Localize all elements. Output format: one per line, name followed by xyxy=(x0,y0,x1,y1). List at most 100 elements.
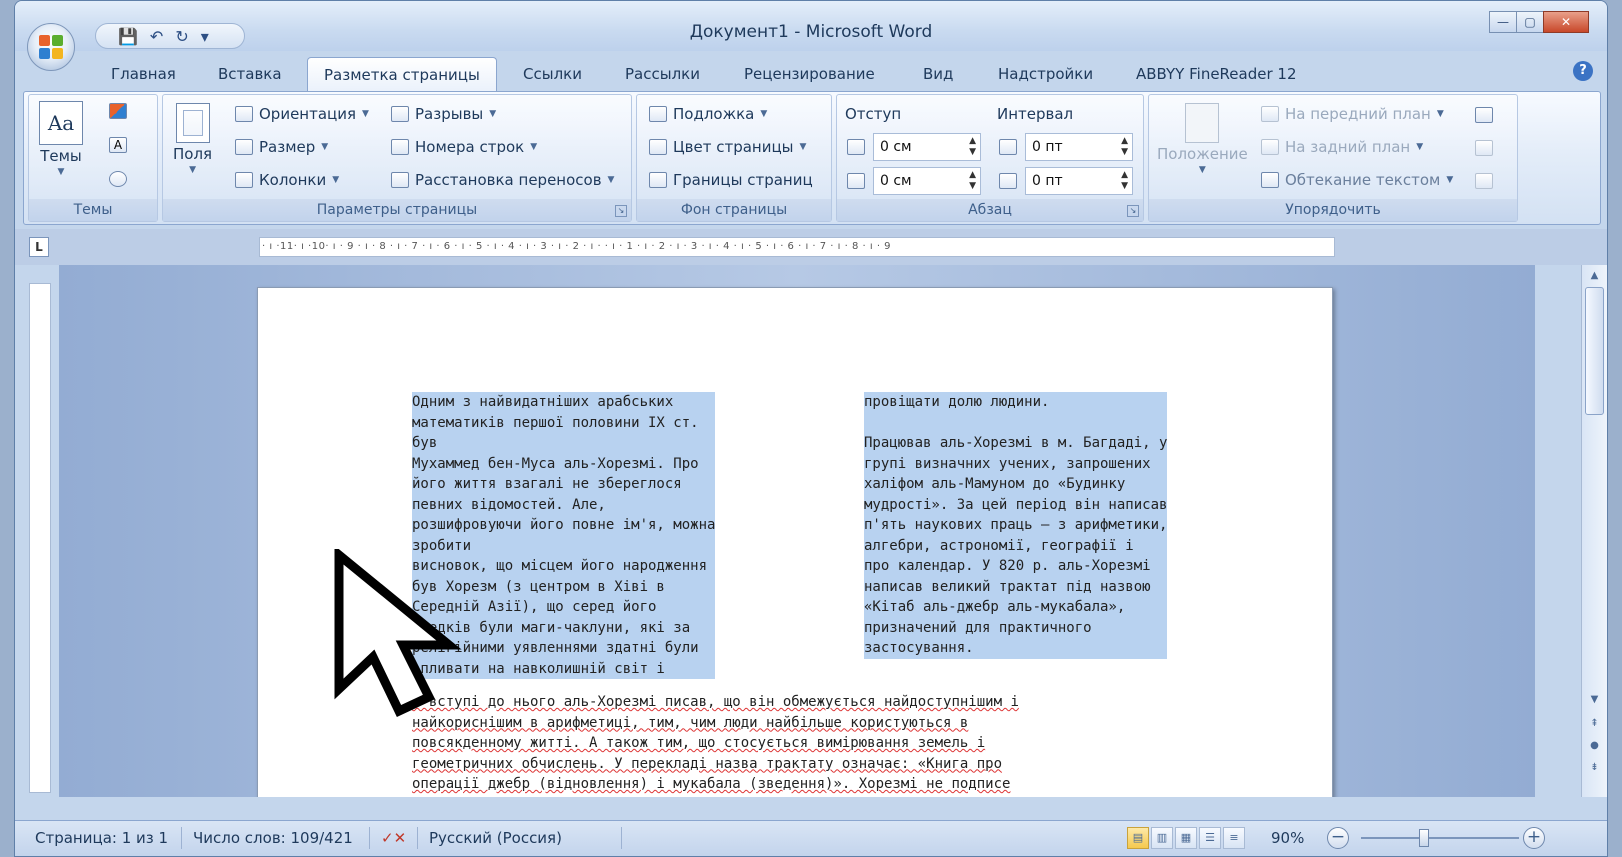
theme-fonts-icon[interactable]: A xyxy=(109,137,127,153)
bring-front-button[interactable]: На передний план ▼ xyxy=(1261,105,1444,123)
group-label-arrange: Упорядочить xyxy=(1149,199,1517,221)
text-line: застосування. xyxy=(864,638,1168,659)
previous-page-button[interactable]: ⇞ xyxy=(1585,715,1604,733)
indent-left-icon xyxy=(847,139,865,155)
web-layout-view-button[interactable]: ▦ xyxy=(1175,827,1197,849)
scroll-up-button[interactable]: ▲ xyxy=(1585,267,1604,285)
indent-left-input[interactable]: 0 см ▲ ▼ xyxy=(873,133,981,161)
text-line: «Кітаб аль-джебр аль-мукабала», xyxy=(864,597,1168,618)
office-button[interactable] xyxy=(27,23,75,71)
tab-references[interactable]: Ссылки xyxy=(523,65,582,83)
page-borders-button[interactable]: Границы страниц xyxy=(649,171,813,189)
indent-right-input[interactable]: 0 см ▲ ▼ xyxy=(873,167,981,195)
text-line: повсякденному житті. А також тим, що сто… xyxy=(412,735,986,751)
watermark-icon xyxy=(649,106,667,122)
status-language[interactable]: Русский (Россия) xyxy=(429,829,562,847)
status-page[interactable]: Страница: 1 из 1 xyxy=(35,829,168,847)
word-window: 💾 ↶ ↻ ▾ Документ1 - Microsoft Word — ▢ ✕… xyxy=(14,0,1608,857)
text-wrap-icon xyxy=(1261,172,1279,188)
theme-effects-icon[interactable] xyxy=(109,171,127,187)
zoom-in-button[interactable]: + xyxy=(1523,827,1545,849)
tab-mailings[interactable]: Рассылки xyxy=(625,65,700,83)
hyphenation-button[interactable]: Расстановка переносов ▼ xyxy=(391,171,614,189)
size-button[interactable]: Размер ▼ xyxy=(235,138,328,156)
tab-view[interactable]: Вид xyxy=(923,65,953,83)
document-page[interactable]: Одним з найвидатніших арабських математи… xyxy=(257,287,1333,797)
theme-colors-icon[interactable] xyxy=(109,103,127,119)
watermark-button[interactable]: Подложка ▼ xyxy=(649,105,767,123)
position-button[interactable]: Положение ▼ xyxy=(1157,103,1248,175)
draft-view-button[interactable]: ≡ xyxy=(1223,827,1245,849)
spelling-check-icon[interactable]: ✓✕ xyxy=(381,829,406,847)
text-line: Мухаммед бен-Муса аль-Хорезмі. Про xyxy=(412,453,716,474)
text-line: Одним з найвидатніших арабських xyxy=(412,392,716,413)
page-setup-launcher-icon[interactable]: ↘ xyxy=(615,205,627,217)
zoom-level[interactable]: 90% xyxy=(1271,829,1304,847)
tab-page-layout[interactable]: Разметка страницы xyxy=(307,57,497,92)
margins-button[interactable]: Поля ▼ xyxy=(173,103,212,175)
spacing-after-icon xyxy=(999,173,1017,189)
paragraph-launcher-icon[interactable]: ↘ xyxy=(1127,205,1139,217)
select-browse-object-button[interactable]: ● xyxy=(1585,737,1604,755)
body-paragraph[interactable]: У вступі до нього аль-Хорезмі писав, що … xyxy=(412,692,1212,795)
zoom-out-button[interactable]: − xyxy=(1327,827,1349,849)
office-logo-icon xyxy=(39,35,65,61)
orientation-button[interactable]: Ориентация ▼ xyxy=(235,105,369,123)
status-word-count[interactable]: Число слов: 109/421 xyxy=(193,829,353,847)
minimize-button[interactable]: — xyxy=(1489,11,1517,33)
text-wrap-button[interactable]: Обтекание текстом ▼ xyxy=(1261,171,1453,189)
line-numbers-icon xyxy=(391,139,409,155)
horizontal-ruler[interactable]: · ı ·11· ı ·10· ı · 9 · ı · 8 · ı · 7 · … xyxy=(259,237,1335,257)
spacing-before-input[interactable]: 0 пт ▲ ▼ xyxy=(1025,133,1133,161)
align-icon[interactable] xyxy=(1475,107,1493,123)
columns-button[interactable]: Колонки ▼ xyxy=(235,171,339,189)
group-label-page-background: Фон страницы xyxy=(637,199,831,221)
tab-review[interactable]: Рецензирование xyxy=(744,65,875,83)
mouse-pointer-icon xyxy=(334,549,462,717)
title-bar: 💾 ↶ ↻ ▾ Документ1 - Microsoft Word — ▢ ✕ xyxy=(15,1,1607,51)
full-screen-reading-view-button[interactable]: ▥ xyxy=(1151,827,1173,849)
window-title: Документ1 - Microsoft Word xyxy=(689,22,933,42)
right-column[interactable]: провіщати долю людини. Працював аль-Хоре… xyxy=(864,392,1168,659)
document-area[interactable]: Одним з найвидатніших арабських математи… xyxy=(59,265,1535,797)
outline-view-button[interactable]: ☰ xyxy=(1199,827,1221,849)
scroll-thumb[interactable] xyxy=(1585,287,1604,415)
close-button[interactable]: ✕ xyxy=(1543,11,1589,33)
send-back-button[interactable]: На задний план ▼ xyxy=(1261,138,1423,156)
line-numbers-button[interactable]: Номера строк ▼ xyxy=(391,138,537,156)
zoom-slider-knob[interactable] xyxy=(1419,829,1429,847)
group-label-themes: Темы xyxy=(29,199,157,221)
spacing-before-icon xyxy=(999,139,1017,155)
rotate-icon[interactable] xyxy=(1475,173,1493,189)
status-bar: Страница: 1 из 1 Число слов: 109/421 ✓✕ … xyxy=(15,820,1607,856)
themes-button[interactable]: Aa Темы ▼ xyxy=(39,101,83,177)
text-line: призначений для практичного xyxy=(864,617,1168,638)
spacing-after-input[interactable]: 0 пт ▲ ▼ xyxy=(1025,167,1133,195)
text-line: математиків першої половини IX ст. xyxy=(412,412,716,433)
text-line: геометричних обчислень. У перекладі назв… xyxy=(412,755,1003,772)
group-objects-icon[interactable] xyxy=(1475,140,1493,156)
breaks-button[interactable]: Разрывы ▼ xyxy=(391,105,496,123)
text-line: був xyxy=(412,433,716,454)
tab-insert[interactable]: Вставка xyxy=(218,65,282,83)
scroll-down-button[interactable]: ▼ xyxy=(1585,691,1604,709)
columns-icon xyxy=(235,172,253,188)
text-line: У вступі до нього аль-Хорезмі писав, що … xyxy=(412,694,1019,710)
vertical-scrollbar[interactable]: ▲ ▼ ⇞ ● ⇟ xyxy=(1581,265,1607,797)
page-color-button[interactable]: Цвет страницы ▼ xyxy=(649,138,806,156)
help-icon[interactable]: ? xyxy=(1573,61,1593,81)
maximize-button[interactable]: ▢ xyxy=(1516,11,1544,33)
text-line xyxy=(864,412,1168,433)
vertical-ruler[interactable] xyxy=(29,283,51,793)
zoom-slider[interactable] xyxy=(1361,837,1519,839)
spacing-label: Интервал xyxy=(997,105,1074,123)
next-page-button[interactable]: ⇟ xyxy=(1585,759,1604,777)
tab-selector-button[interactable]: L xyxy=(29,237,49,257)
text-line: п'ять наукових праць — з арифметики, xyxy=(864,515,1168,536)
tab-abbyy[interactable]: ABBYY FineReader 12 xyxy=(1136,65,1297,83)
tab-addins[interactable]: Надстройки xyxy=(998,65,1093,83)
tab-home[interactable]: Главная xyxy=(111,65,176,83)
text-line: його життя взагалі не збереглося xyxy=(412,474,716,495)
print-layout-view-button[interactable]: ▤ xyxy=(1127,827,1149,849)
group-page-setup: Поля ▼ Ориентация ▼ Размер ▼ Колонки ▼ Разр… xyxy=(162,94,632,222)
